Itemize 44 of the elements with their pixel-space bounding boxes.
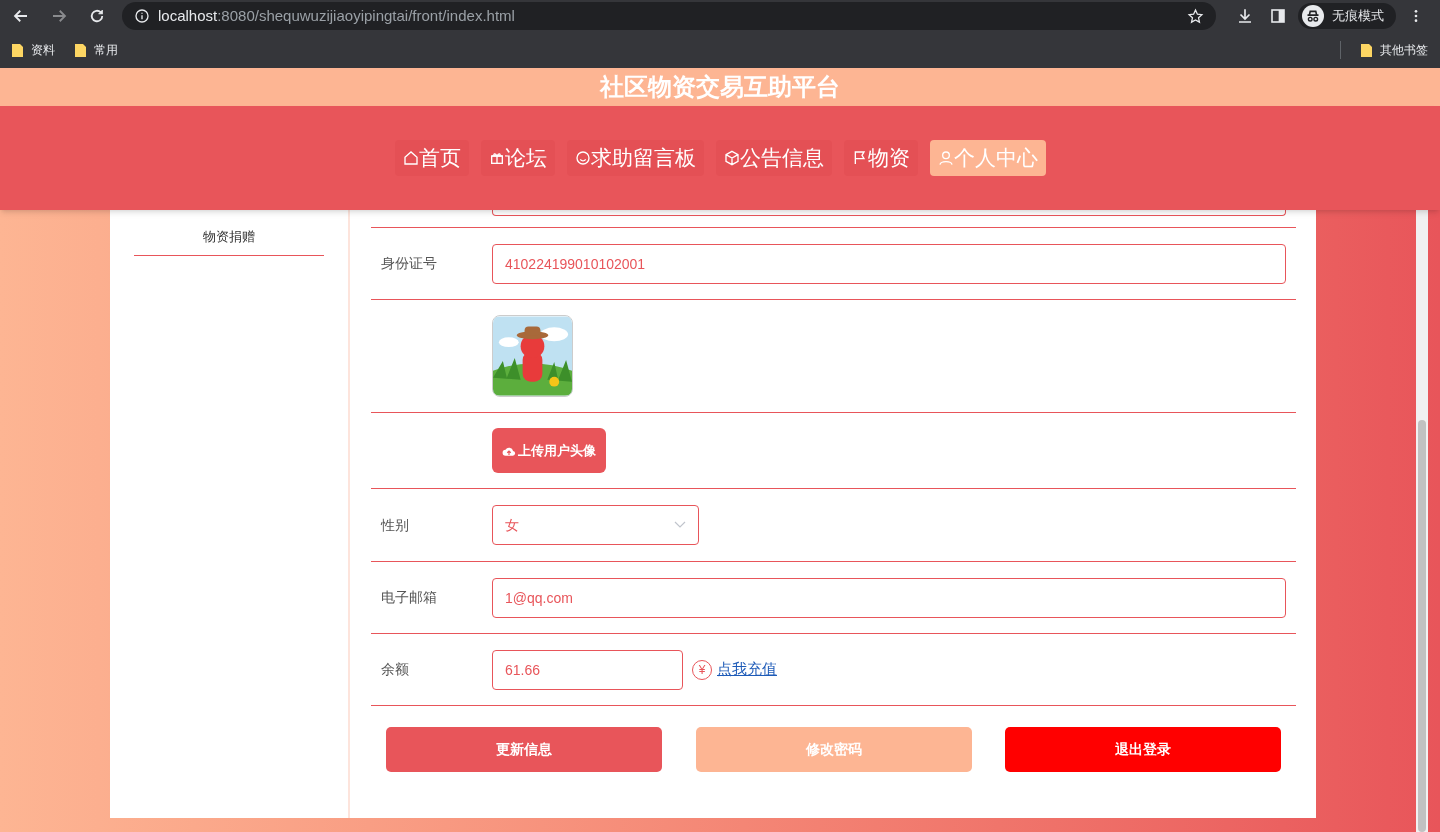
folder-icon xyxy=(1361,43,1372,57)
download-icon[interactable] xyxy=(1236,7,1254,25)
input-field[interactable]: 410224199010102001 xyxy=(492,243,1286,284)
profile-button[interactable]: 无痕模式 xyxy=(1298,3,1396,29)
incognito-icon xyxy=(1302,5,1324,27)
site-title: 社区物资交易互助平台 xyxy=(600,72,840,102)
nav-tab[interactable]: 公告信息 xyxy=(715,140,832,176)
action-button[interactable]: 更新信息 xyxy=(386,727,662,772)
sidebar-item[interactable]: 物资捐赠 xyxy=(134,218,324,256)
input-field[interactable]: 1@qq.com xyxy=(492,577,1286,618)
recharge-link[interactable]: 点我充值 xyxy=(717,658,777,681)
side-panel-icon[interactable] xyxy=(1270,8,1286,24)
scrollbar[interactable] xyxy=(1416,210,1428,832)
nav-tab[interactable]: 求助留言板 xyxy=(566,140,704,176)
nav-tab[interactable]: 论坛 xyxy=(480,140,555,176)
gender-select[interactable]: 女 xyxy=(492,505,699,545)
input-field[interactable]: 61.66 xyxy=(492,649,683,690)
nav-tab[interactable]: 首页 xyxy=(394,140,469,176)
field-label: 电子邮箱 xyxy=(380,588,438,607)
smiley-icon xyxy=(574,150,591,166)
bookmark-folder[interactable]: 其他书签 xyxy=(1361,41,1428,59)
chevron-down-icon xyxy=(674,521,686,529)
bookmark-folder[interactable]: 常用 xyxy=(75,41,118,59)
home-icon xyxy=(402,150,419,166)
forward-icon[interactable] xyxy=(50,7,68,25)
user-icon xyxy=(937,150,954,166)
action-button[interactable]: 退出登录 xyxy=(1005,727,1281,772)
cube-icon xyxy=(723,150,740,166)
address-bar[interactable]: localhost:8080/shequwuzijiaoyipingtai/front/index.html xyxy=(122,2,1216,30)
input-field[interactable] xyxy=(492,210,1286,216)
upload-avatar-button[interactable]: 上传用户头像 xyxy=(492,428,606,473)
back-icon[interactable] xyxy=(12,7,30,25)
field-label: 余额 xyxy=(380,660,410,679)
folder-icon xyxy=(12,43,23,57)
gift-icon xyxy=(488,150,505,166)
field-label: 性别 xyxy=(379,515,410,535)
nav-tab[interactable]: 物资 xyxy=(843,140,918,176)
star-icon[interactable] xyxy=(1187,7,1204,25)
field-label: 身份证号 xyxy=(380,254,438,273)
folder-icon xyxy=(75,43,86,57)
bookmark-folder[interactable]: 资料 xyxy=(12,41,55,59)
info-icon[interactable] xyxy=(134,8,150,24)
url-text: localhost:8080/shequwuzijiaoyipingtai/front/index.html xyxy=(158,5,516,26)
reload-icon[interactable] xyxy=(88,7,106,25)
